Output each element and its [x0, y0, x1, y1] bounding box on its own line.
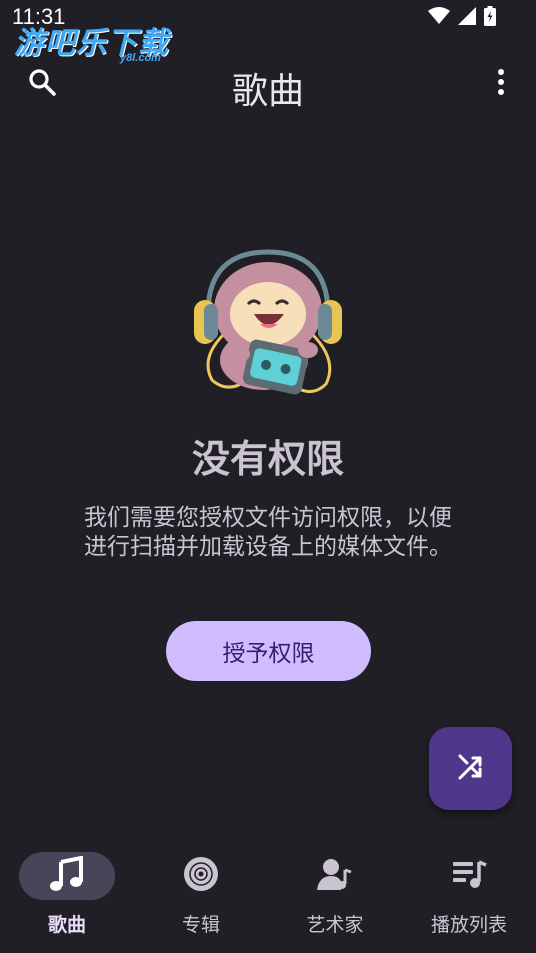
- grant-permission-button[interactable]: 授予权限: [166, 621, 371, 681]
- nav-indicator: [287, 852, 383, 900]
- page-title: 歌曲: [231, 71, 304, 112]
- nav-label: 播放列表: [430, 914, 507, 936]
- more-options-button[interactable]: [486, 64, 516, 104]
- artist-icon: [317, 856, 353, 896]
- signal-icon: [458, 7, 476, 29]
- shuffle-icon: [456, 752, 486, 786]
- nav-indicator: [19, 852, 115, 900]
- nav-indicator: [153, 852, 249, 900]
- nav-label: 专辑: [181, 914, 220, 936]
- battery-icon: [484, 6, 496, 30]
- nav-item-albums[interactable]: 专辑: [134, 836, 268, 953]
- no-permission-illustration: [190, 248, 346, 408]
- nav-item-playlists[interactable]: 播放列表: [402, 836, 536, 953]
- nav-indicator: [421, 852, 517, 900]
- nav-item-artists[interactable]: 艺术家: [268, 836, 402, 953]
- nav-label: 歌曲: [47, 914, 86, 936]
- playlist-icon: [451, 856, 487, 896]
- wifi-icon: [428, 7, 450, 29]
- album-icon: [183, 856, 219, 896]
- nav-label: 艺术家: [306, 914, 364, 936]
- more-vert-icon: [497, 68, 505, 100]
- empty-state-description: 我们需要您授权文件访问权限，以便进行扫描并加载设备上的媒体文件。: [84, 505, 452, 560]
- empty-state-title: 没有权限: [191, 437, 344, 481]
- bottom-navigation: 歌曲 专辑 艺术家 播放列表: [0, 836, 536, 953]
- status-icons: [428, 6, 496, 30]
- nav-item-songs[interactable]: 歌曲: [0, 836, 134, 953]
- shuffle-fab[interactable]: [429, 727, 512, 810]
- music-note-icon: [49, 855, 85, 896]
- top-app-bar: 歌曲: [0, 54, 536, 114]
